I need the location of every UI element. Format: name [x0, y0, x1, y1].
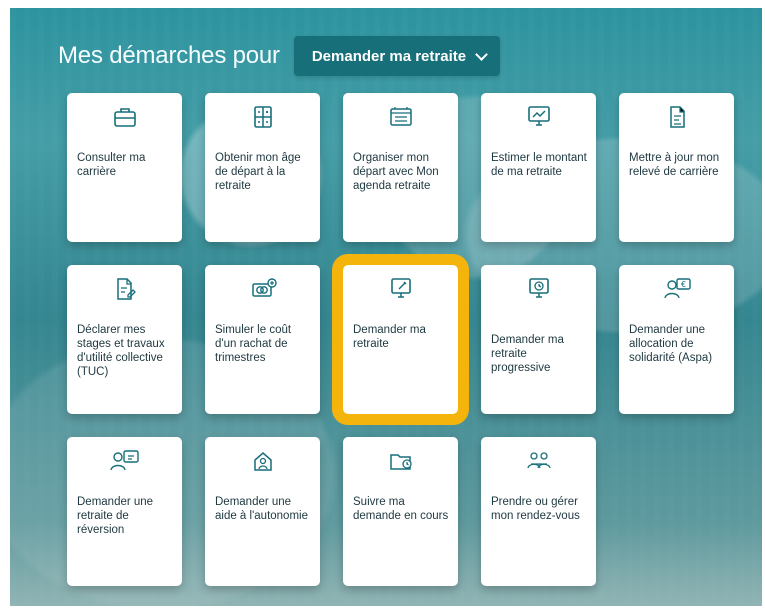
folder-clock-icon	[343, 445, 458, 477]
tile-organiser-depart[interactable]: Organiser mon départ avec Mon agenda ret…	[343, 93, 458, 242]
tile-label: Simuler le coût d'un rachat de trimestre…	[215, 324, 292, 364]
users-euro-icon: €	[619, 273, 734, 305]
tile-label: Demander ma retraite	[353, 324, 426, 350]
tile-label: Suivre ma demande en cours	[353, 496, 449, 522]
tile-estimer-montant[interactable]: Estimer le montant de ma retraite	[481, 93, 596, 242]
chevron-down-icon	[475, 47, 488, 61]
document-edit-icon	[67, 273, 182, 305]
house-person-icon	[205, 445, 320, 477]
users-document-icon	[67, 445, 182, 477]
tile-obtenir-age-depart[interactable]: Obtenir mon âge de départ à la retraite	[205, 93, 320, 242]
tile-label: Prendre ou gérer mon rendez-vous	[491, 496, 580, 522]
tile-label: Mettre à jour mon relevé de carrière	[629, 152, 720, 178]
tile-retraite-progressive[interactable]: Demander ma retraite progressive	[481, 265, 596, 414]
selected-process-label: Demander ma retraite	[311, 47, 467, 65]
services-grid: Consulter ma carrière Obtenir mon âge de…	[67, 93, 734, 586]
tile-label: Demander une allocation de solidarité (A…	[629, 324, 713, 364]
section-title: Mes démarches pour	[58, 42, 280, 69]
tile-consulter-ma-carriere[interactable]: Consulter ma carrière	[67, 93, 182, 242]
monitor-clock-icon	[481, 273, 596, 305]
hero-background: Mes démarches pour Demander ma retraite …	[10, 8, 762, 606]
tile-declarer-stages-tuc[interactable]: Déclarer mes stages et travaux d'utilité…	[67, 265, 182, 414]
tile-allocation-solidarite[interactable]: € Demander une allocation de solidarité …	[619, 265, 734, 414]
tile-label: Demander une retraite de réversion	[77, 496, 154, 536]
monitor-chart-icon	[481, 101, 596, 133]
tile-label: Obtenir mon âge de départ à la retraite	[215, 152, 301, 192]
tile-aide-autonomie[interactable]: Demander une aide à l'autonomie	[205, 437, 320, 586]
briefcase-icon	[67, 101, 182, 133]
svg-text:€: €	[680, 280, 685, 289]
calendar-icon	[343, 101, 458, 133]
tile-label: Consulter ma carrière	[77, 152, 146, 178]
monitor-pen-icon	[343, 273, 458, 305]
coins-plus-icon	[205, 273, 320, 305]
tile-label: Déclarer mes stages et travaux d'utilité…	[77, 324, 165, 378]
process-selector[interactable]: Demander ma retraite	[293, 36, 501, 76]
tile-retraite-reversion[interactable]: Demander une retraite de réversion	[67, 437, 182, 586]
page-heading: Mes démarches pour Demander ma retraite	[58, 36, 501, 76]
tile-label: Demander une aide à l'autonomie	[215, 496, 308, 522]
tile-suivre-demande[interactable]: Suivre ma demande en cours	[343, 437, 458, 586]
tile-label: Organiser mon départ avec Mon agenda ret…	[353, 152, 439, 192]
document-check-icon	[619, 101, 734, 133]
tile-mettre-a-jour-releve[interactable]: Mettre à jour mon relevé de carrière	[619, 93, 734, 242]
tile-label: Demander ma retraite progressive	[491, 334, 564, 374]
tile-label: Estimer le montant de ma retraite	[491, 152, 587, 178]
tile-rendez-vous[interactable]: Prendre ou gérer mon rendez-vous	[481, 437, 596, 586]
tile-demander-ma-retraite[interactable]: Demander ma retraite	[332, 254, 469, 425]
calculator-icon	[205, 101, 320, 133]
tile-simuler-rachat[interactable]: Simuler le coût d'un rachat de trimestre…	[205, 265, 320, 414]
meeting-icon	[481, 445, 596, 477]
